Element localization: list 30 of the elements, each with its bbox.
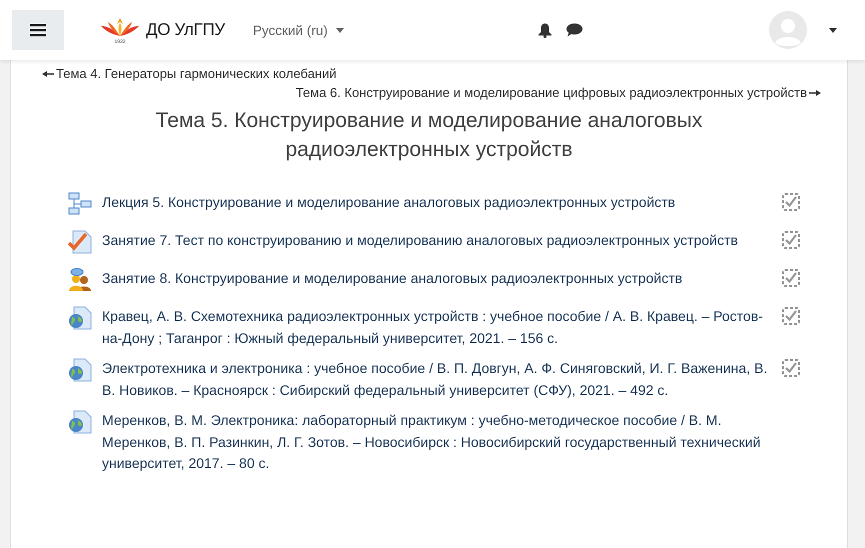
next-section-link[interactable]: Тема 6. Конструирование и моделирование цифровых радиоэлектронных устройств [296, 85, 821, 100]
completion-checkbox[interactable] [782, 269, 800, 287]
completion-checkbox[interactable] [782, 307, 800, 325]
left-arrow-icon [42, 70, 54, 76]
activity-link[interactable]: Меренков, В. М. Электроника: лабораторный практикум : учебно-методическое пособие / В. М. Меренков, В. П. Разинкин, Л. Г. Зотов. – Новосибирск : Новосибирский государственный технический университет, 2017. – 80 с. [102, 410, 778, 474]
menu-icon [30, 23, 46, 37]
previous-section-link[interactable]: Тема 4. Генераторы гармонических колебаний [42, 66, 847, 81]
caret-icon [336, 28, 344, 32]
activity-link[interactable]: Занятие 8. Конструирование и моделирование аналоговых радиоэлектронных устройств [102, 268, 778, 290]
people-icon [68, 268, 92, 292]
globe-document-icon [68, 410, 92, 434]
quiz-icon [68, 230, 92, 254]
activity-link[interactable]: Занятие 7. Тест по конструированию и моделированию аналоговых радиоэлектронных устройств [102, 230, 778, 252]
language-menu[interactable]: Русский (ru) [252, 22, 344, 38]
site-name-link[interactable]: ДО УлГПУ [146, 20, 225, 40]
lesson-icon [68, 192, 92, 216]
bell-icon[interactable] [538, 22, 552, 38]
completion-checkbox[interactable] [782, 193, 800, 211]
section-title: Тема 5. Конструирование и моделирование аналоговых радиоэлектронных устройств [154, 108, 704, 163]
activity-link[interactable]: Лекция 5. Конструирование и моделирование аналоговых радиоэлектронных устройств [102, 192, 778, 214]
globe-document-icon [68, 306, 92, 330]
completion-checkbox[interactable] [782, 231, 800, 249]
right-arrow-icon [809, 90, 821, 96]
globe-document-icon [68, 358, 92, 382]
chat-icon[interactable] [566, 23, 583, 37]
menu-button[interactable] [12, 10, 64, 50]
caret-icon[interactable] [829, 28, 837, 32]
activity-link[interactable]: Кравец, А. В. Схемотехника радиоэлектронных устройств : учебное пособие / А. В. Кравец. – Ростов-на-Дону ; Таганрог : Южный федеральный университет, 2021. – 156 с. [102, 306, 778, 349]
completion-checkbox[interactable] [782, 359, 800, 377]
activity-link[interactable]: Электротехника и электроника : учебное пособие / В. П. Довгун, А. Ф. Синяговский, И. Г. Важенина, В. В. Новиков. – Красноярск : Сибирский федеральный университет (СФУ), 2021. – 492 с. [102, 358, 778, 401]
